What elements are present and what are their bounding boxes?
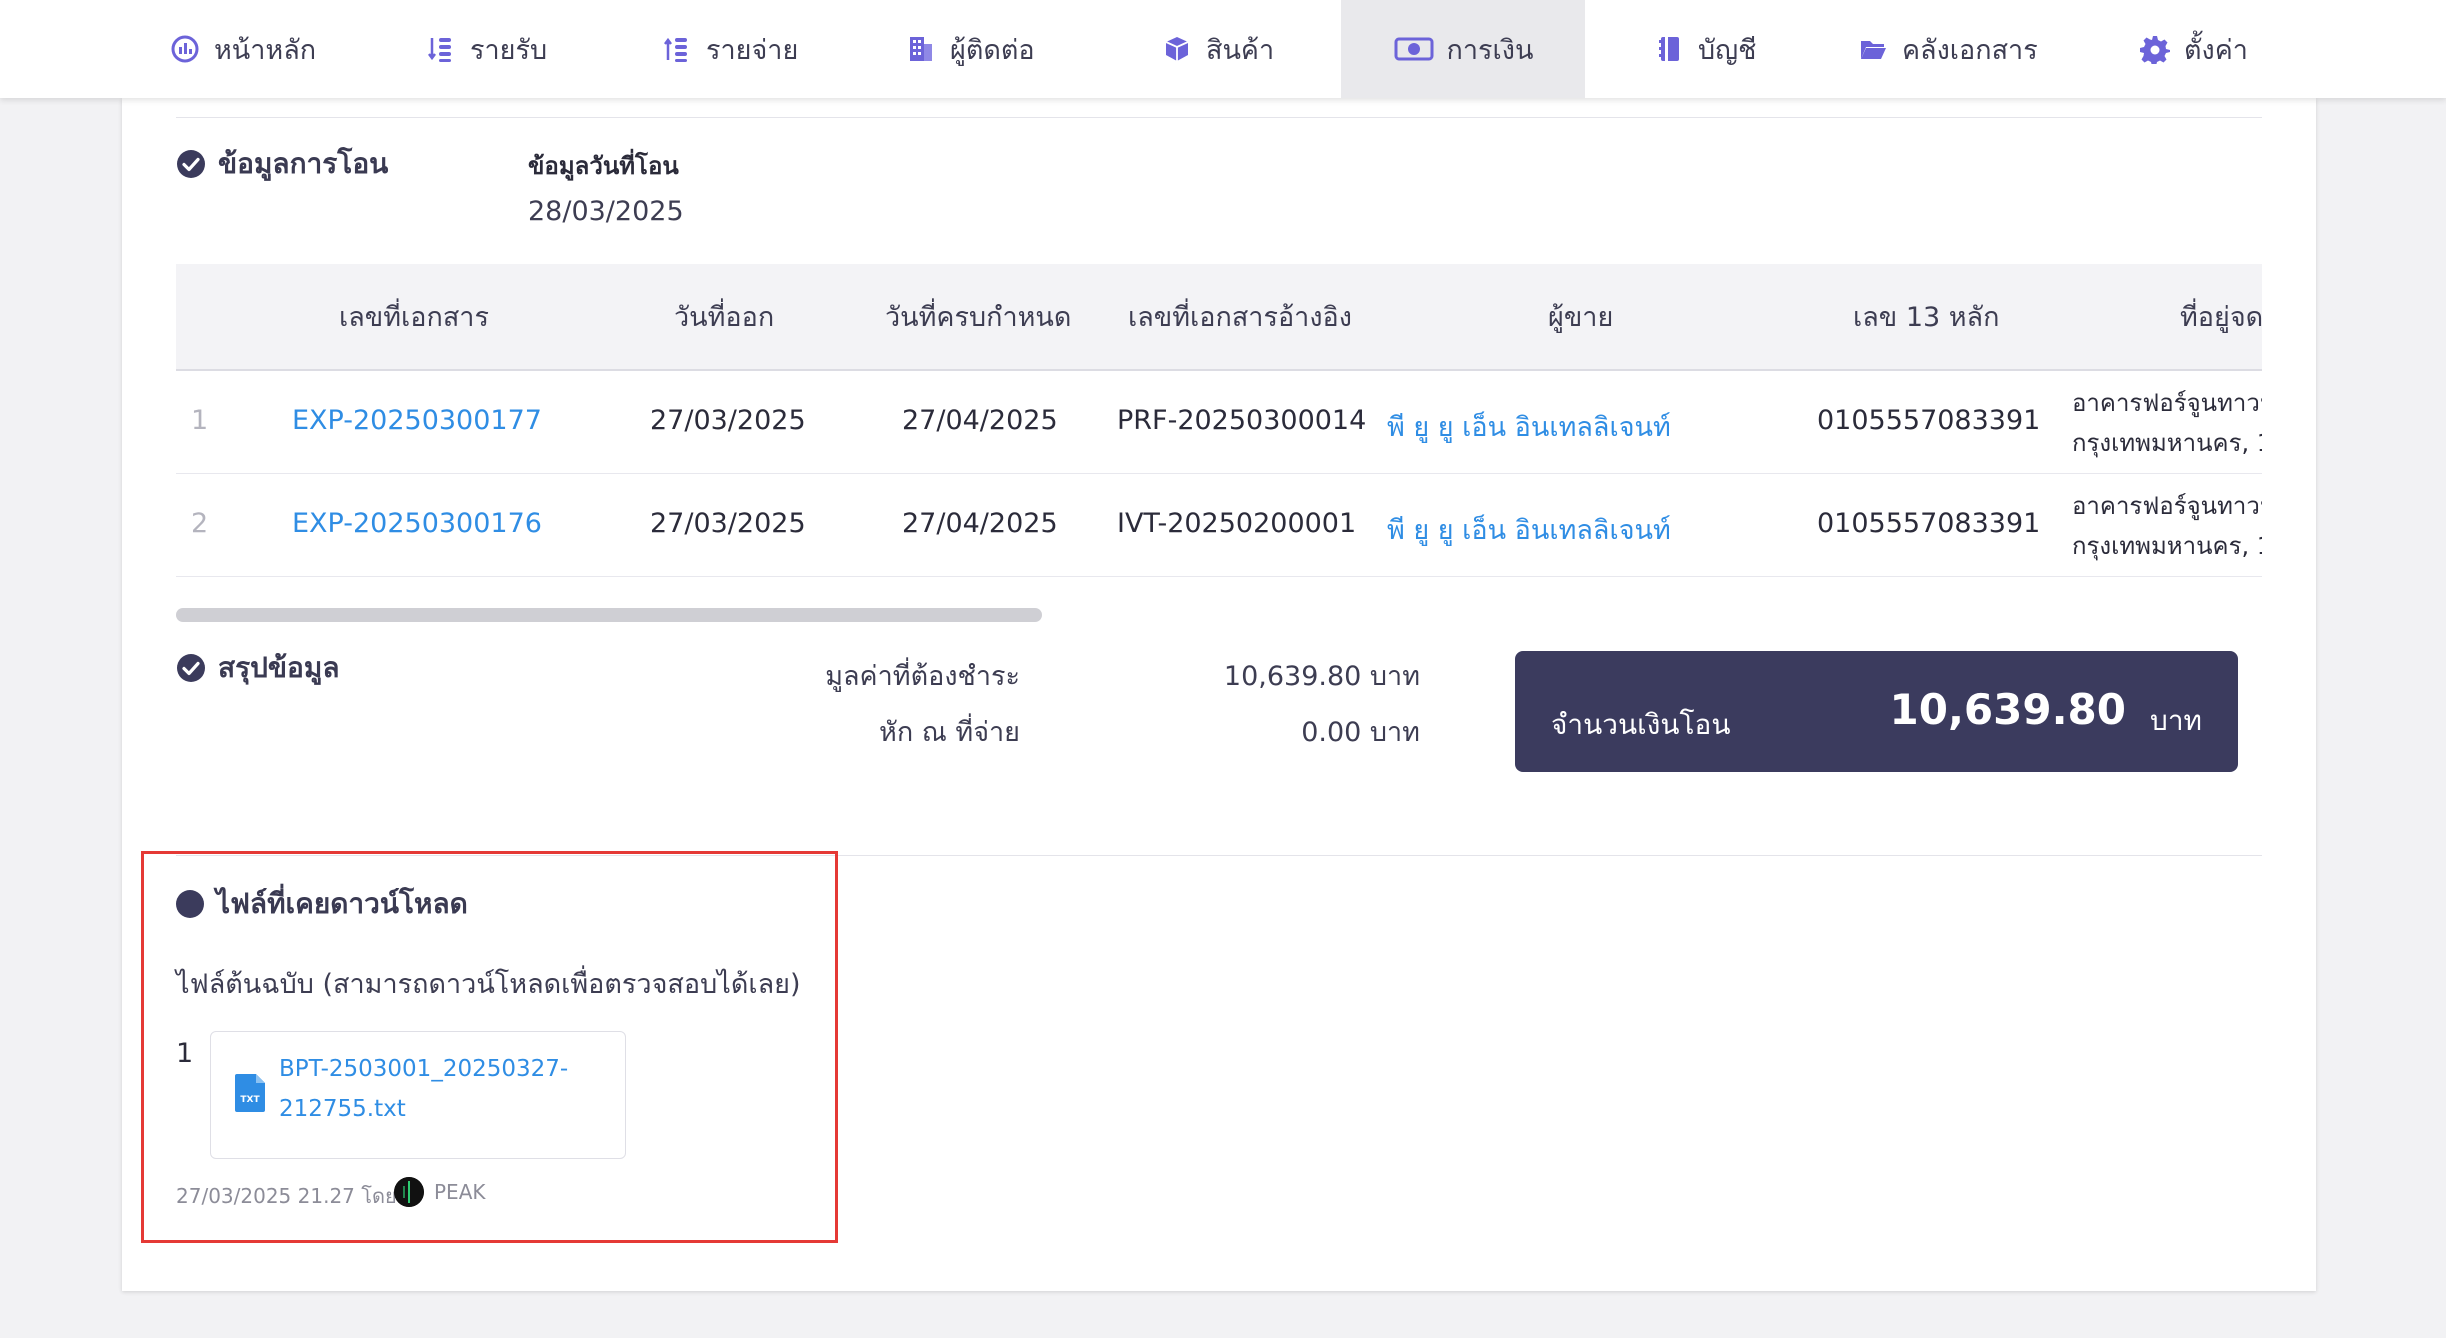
- money-bill-icon: [1393, 32, 1435, 66]
- downloaded-files-title: ไฟล์ที่เคยดาวน์โหลด: [216, 887, 468, 920]
- file-name-line1[interactable]: BPT-2503001_20250327-: [279, 1056, 568, 1082]
- table-header: เลขที่เอกสาร วันที่ออก วันที่ครบกำหนด เล…: [176, 264, 2262, 371]
- transfer-amount-value: 10,639.80: [1889, 685, 2126, 734]
- nav-label: ตั้งค่า: [2184, 34, 2248, 66]
- nav-label: รายจ่าย: [706, 34, 799, 66]
- nav-item-income[interactable]: รายรับ: [424, 0, 547, 98]
- nav-label: รายรับ: [470, 34, 548, 66]
- ref-no: IVT-20250200001: [1117, 508, 1357, 539]
- nav-item-products[interactable]: สินค้า: [1160, 0, 1274, 98]
- column-header-tax-id: เลข 13 หลัก: [1853, 302, 2000, 333]
- txt-file-icon: TXT: [235, 1074, 265, 1112]
- vendor-link[interactable]: พี ยู ยู เอ็น อินเทลลิเจนท์: [1387, 508, 1671, 551]
- check-circle-icon: [176, 653, 206, 683]
- row-index: 1: [191, 405, 209, 436]
- vendor-link[interactable]: พี ยู ยู เอ็น อินเทลลิเจนท์: [1387, 405, 1671, 448]
- nav-item-expense[interactable]: รายจ่าย: [660, 0, 798, 98]
- summary-heading: สรุปข้อมูล: [176, 646, 339, 690]
- check-circle-icon: [176, 149, 206, 179]
- bullet-dot-icon: [176, 890, 204, 918]
- income-list-icon: [424, 32, 458, 66]
- divider: [176, 117, 2262, 118]
- withholding-label: หัก ณ ที่จ่าย: [879, 717, 1020, 748]
- withholding-value: 0.00 บาท: [1301, 717, 1420, 748]
- table-row: 1 EXP-20250300177 27/03/2025 27/04/2025 …: [176, 371, 2262, 474]
- file-meta-user: PEAK: [434, 1180, 486, 1204]
- nav-label: คลังเอกสาร: [1902, 34, 2038, 66]
- doc-no-link[interactable]: EXP-20250300176: [292, 508, 542, 539]
- amount-due-value: 10,639.80 บาท: [1223, 661, 1420, 692]
- file-name-line2[interactable]: 212755.txt: [279, 1096, 406, 1122]
- summary-title: สรุปข้อมูล: [218, 651, 340, 684]
- txt-file-icon-label: TXT: [240, 1095, 260, 1105]
- nav-item-documents[interactable]: คลังเอกสาร: [1856, 0, 2038, 98]
- payment-items-table: เลขที่เอกสาร วันที่ออก วันที่ครบกำหนด เล…: [176, 264, 2262, 579]
- column-header-ref-no: เลขที่เอกสารอ้างอิง: [1128, 302, 1352, 333]
- transfer-amount-currency: บาท: [2150, 704, 2202, 737]
- column-header-vendor: ผู้ขาย: [1548, 302, 1614, 333]
- contacts-building-icon: [904, 32, 938, 66]
- downloaded-files-subtitle: ไฟล์ต้นฉบับ (สามารถดาวน์โหลดเพื่อตรวจสอบ…: [176, 969, 801, 1000]
- column-header-due-date: วันที่ครบกำหนด: [885, 302, 1072, 333]
- nav-item-contacts[interactable]: ผู้ติดต่อ: [904, 0, 1035, 98]
- issue-date: 27/03/2025: [650, 508, 806, 539]
- column-header-doc-no: เลขที่เอกสาร: [339, 302, 489, 333]
- tax-id: 0105557083391: [1817, 405, 2041, 436]
- nav-label: ผู้ติดต่อ: [950, 34, 1035, 66]
- gear-icon: [2138, 32, 2172, 66]
- issue-date: 27/03/2025: [650, 405, 806, 436]
- downloaded-files-heading: ไฟล์ที่เคยดาวน์โหลด: [176, 882, 468, 926]
- tax-id: 0105557083391: [1817, 508, 2041, 539]
- nav-label: สินค้า: [1206, 34, 1275, 66]
- transfer-date-value: 28/03/2025: [528, 196, 684, 227]
- amount-due-label: มูลค่าที่ต้องชำระ: [825, 661, 1020, 692]
- file-index: 1: [176, 1038, 194, 1069]
- due-date: 27/04/2025: [902, 405, 1058, 436]
- product-box-icon: [1160, 32, 1194, 66]
- ref-no: PRF-20250300014: [1117, 405, 1367, 436]
- transfer-info-title: ข้อมูลการโอน: [218, 147, 389, 180]
- transfer-info-heading: ข้อมูลการโอน: [176, 142, 388, 186]
- nav-label: การเงิน: [1446, 34, 1534, 66]
- address-line1: อาคารฟอร์จูนทาวน์: [2072, 492, 2262, 520]
- top-navigation: หน้าหลัก รายรับ รายจ่าย ผู้ติดต่อ สินค้า…: [0, 0, 2446, 98]
- folder-open-icon: [1856, 32, 1890, 66]
- due-date: 27/04/2025: [902, 508, 1058, 539]
- transfer-total-box: จำนวนเงินโอน 10,639.80 บาท: [1515, 651, 2238, 772]
- table-horizontal-scrollbar[interactable]: [176, 608, 1042, 622]
- doc-no-link[interactable]: EXP-20250300177: [292, 405, 542, 436]
- column-header-address: ที่อยู่จด: [2180, 302, 2262, 333]
- nav-item-accounts[interactable]: บัญชี: [1652, 0, 1756, 98]
- dashboard-gauge-icon: [168, 32, 202, 66]
- address-line1: อาคารฟอร์จูนทาวน์: [2072, 389, 2262, 417]
- nav-item-finance[interactable]: การเงิน: [1341, 0, 1585, 98]
- nav-item-settings[interactable]: ตั้งค่า: [2138, 0, 2248, 98]
- column-header-issue-date: วันที่ออก: [674, 302, 775, 333]
- expense-list-icon: [660, 32, 694, 66]
- transfer-date-label: ข้อมูลวันที่โอน: [528, 152, 679, 180]
- account-book-icon: [1652, 32, 1686, 66]
- user-avatar: [394, 1177, 424, 1207]
- table-row: 2 EXP-20250300176 27/03/2025 27/04/2025 …: [176, 474, 2262, 577]
- nav-item-home[interactable]: หน้าหลัก: [168, 0, 316, 98]
- address-line2: กรุงเทพมหานคร, 1: [2072, 429, 2262, 457]
- nav-label: หน้าหลัก: [214, 34, 317, 66]
- transfer-amount-label: จำนวนเงินโอน: [1551, 708, 1731, 741]
- nav-label: บัญชี: [1698, 34, 1757, 66]
- row-index: 2: [191, 508, 209, 539]
- downloaded-file-card[interactable]: TXT BPT-2503001_20250327- 212755.txt: [210, 1031, 626, 1159]
- file-meta-timestamp: 27/03/2025 21.27 โดย: [176, 1184, 397, 1208]
- address-line2: กรุงเทพมหานคร, 1: [2072, 532, 2262, 560]
